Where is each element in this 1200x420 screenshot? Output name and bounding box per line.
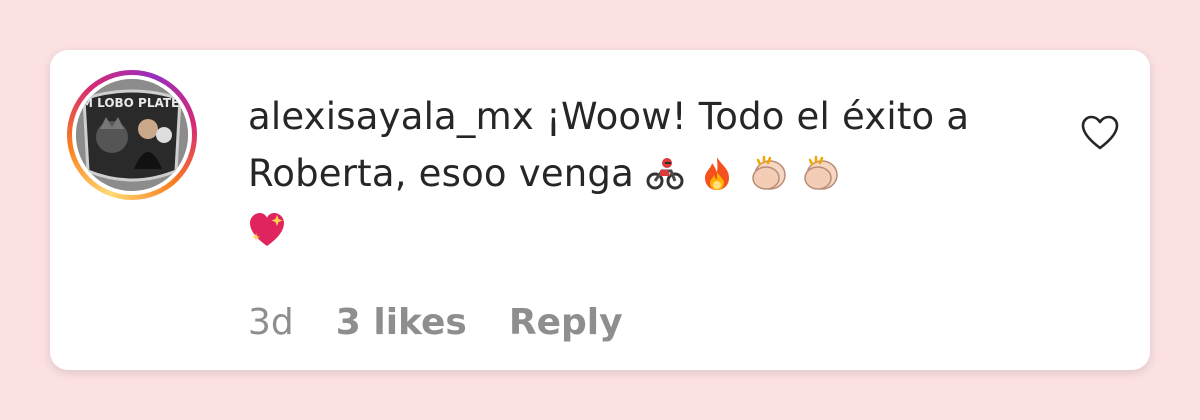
like-heart-icon[interactable] <box>1080 114 1120 152</box>
comment-timestamp[interactable]: 3d <box>248 302 294 343</box>
likes-count-link[interactable]: 3 likes <box>336 302 467 343</box>
sparkling-heart-icon <box>248 211 286 249</box>
avatar[interactable]: TEAM LOBO PLATEADO <box>76 79 188 191</box>
reply-button[interactable]: Reply <box>509 302 623 343</box>
clapping-hands-icon <box>802 154 840 192</box>
comment-username[interactable]: alexisayala_mx <box>248 95 534 138</box>
avatar-story-ring[interactable]: TEAM LOBO PLATEADO <box>67 70 197 200</box>
comment-card: TEAM LOBO PLATEADO alexisayala_mx ¡Woow!… <box>50 50 1150 370</box>
clapping-hands-icon <box>750 154 788 192</box>
comment-body: alexisayala_mx ¡Woow! Todo el éxito a Ro… <box>248 88 1048 259</box>
comment-meta: 3d 3 likes Reply <box>248 302 623 343</box>
racing-motorcycle-icon <box>646 154 684 192</box>
avatar-team-text: TEAM LOBO PLATEADO <box>76 96 188 110</box>
avatar-image: TEAM LOBO PLATEADO <box>76 79 188 191</box>
fire-icon <box>698 154 736 192</box>
